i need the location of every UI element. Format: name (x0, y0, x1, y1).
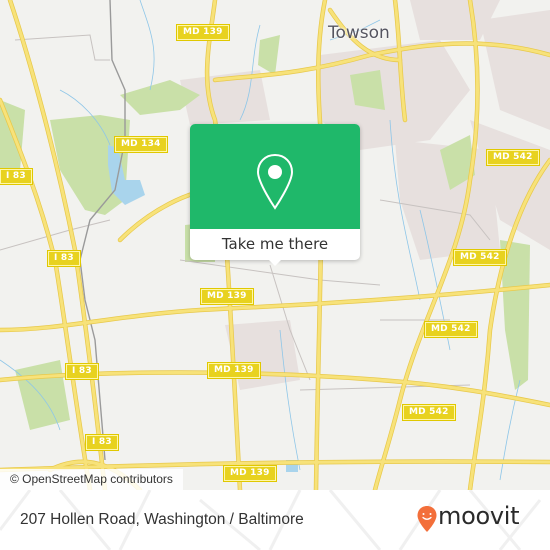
popup-header[interactable] (190, 124, 360, 229)
take-me-there-button[interactable]: Take me there (190, 229, 360, 260)
route-shield: I 83 (0, 168, 33, 185)
popup-pointer (267, 258, 283, 266)
route-shield: I 83 (65, 363, 99, 380)
city-label-towson: Towson (328, 23, 390, 43)
route-shield: I 83 (47, 250, 81, 267)
route-shield: MD 139 (223, 465, 277, 482)
route-shield: MD 139 (207, 362, 261, 379)
location-popup[interactable]: Take me there (190, 124, 360, 266)
moovit-wordmark: moovit (438, 502, 520, 530)
address-text: 207 Hollen Road, Washington / Baltimore (20, 511, 304, 528)
route-shield: MD 542 (402, 404, 456, 421)
map-pin-icon (256, 153, 294, 210)
route-shield: I 83 (85, 434, 119, 451)
route-shield: MD 542 (453, 249, 507, 266)
osm-attribution[interactable]: © OpenStreetMap contributors (0, 469, 183, 490)
route-shield: MD 542 (486, 149, 540, 166)
railway (79, 0, 126, 461)
route-shield: MD 542 (424, 321, 478, 338)
footer-bar: 207 Hollen Road, Washington / Baltimore … (0, 490, 550, 550)
route-shield: MD 139 (176, 24, 230, 41)
map-view[interactable]: Towson MD 139 MD 134 I 83 I 83 MD 542 MD… (0, 0, 550, 490)
route-shield: MD 139 (200, 288, 254, 305)
route-shield: MD 134 (114, 136, 168, 153)
moovit-pin-icon (417, 506, 437, 532)
